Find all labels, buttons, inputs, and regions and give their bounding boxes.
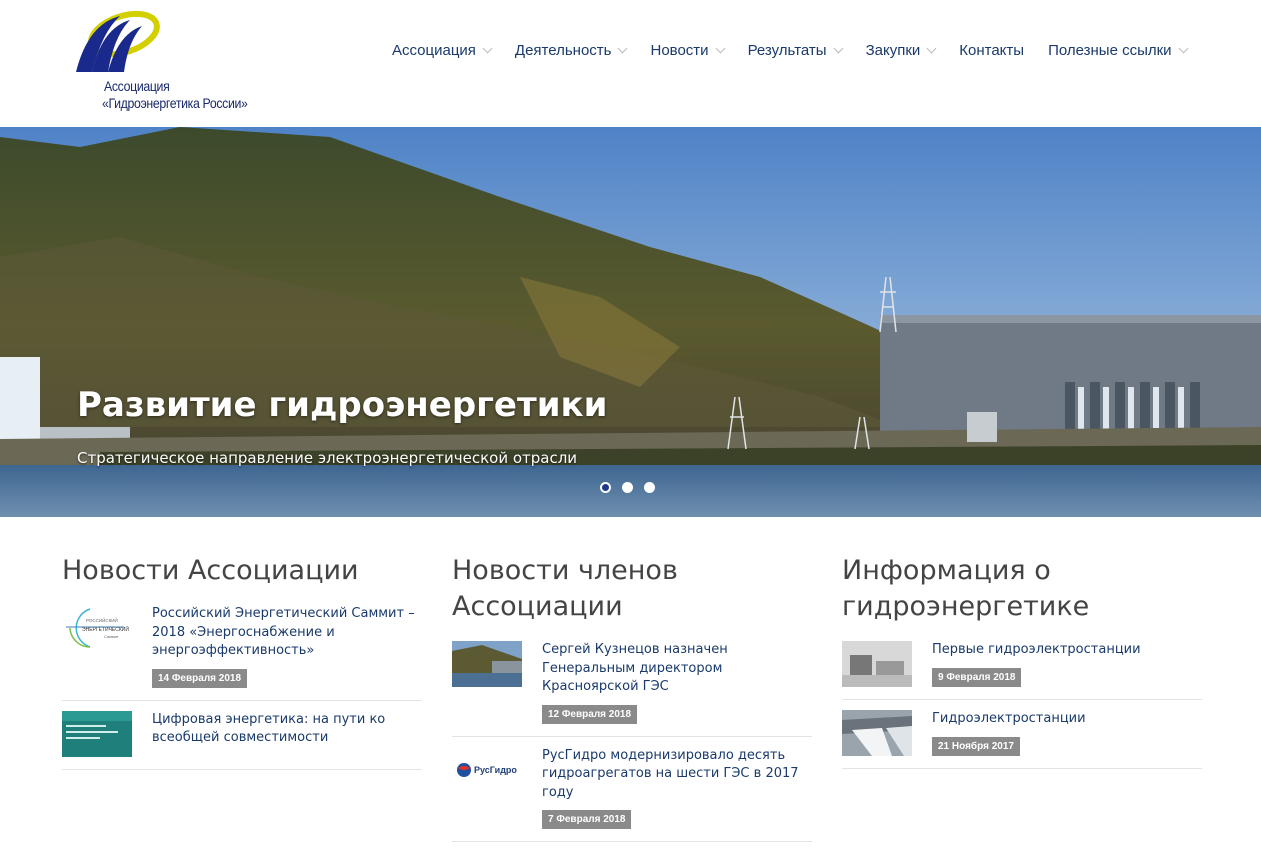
nav-label: Деятельность xyxy=(514,42,612,59)
rushydro-logo-thumb[interactable]: РусГидро xyxy=(452,746,522,793)
chevron-down-icon xyxy=(1178,43,1189,54)
chevron-down-icon xyxy=(618,43,628,54)
rushydro-logo-icon: РусГидро xyxy=(452,746,522,793)
historic-photo-image xyxy=(842,641,912,687)
article-link[interactable]: Первые гидроэлектростанции xyxy=(932,641,1202,660)
hydropower-info-column: Информация о гидроэнергетике Первые гидр… xyxy=(842,553,1202,779)
summit-logo-thumb[interactable]: РОССИЙСКИЙ ЭНЕРГЕТИЧЕСКИЙ Саммит xyxy=(62,605,132,651)
slider-dot-2[interactable] xyxy=(622,482,633,493)
slider-dot-1[interactable] xyxy=(600,482,611,493)
column-title: Новости Ассоциации xyxy=(62,555,359,586)
dam-photo-image xyxy=(452,641,522,687)
nav-label: Полезные ссылки xyxy=(1048,42,1172,59)
summit-logo-icon: РОССИЙСКИЙ ЭНЕРГЕТИЧЕСКИЙ Саммит xyxy=(62,605,132,651)
logo-text-line2: «Гидроэнергетика России» xyxy=(102,95,248,111)
chevron-down-icon xyxy=(715,43,726,54)
nav-label: Результаты xyxy=(747,42,827,59)
list-item: РусГидро РусГидро модернизировало десять… xyxy=(452,746,812,842)
nav-label: Закупки xyxy=(865,42,921,59)
nav-item-activity[interactable]: Деятельность xyxy=(514,42,628,59)
news-link[interactable]: Сергей Кузнецов назначен Генеральным дир… xyxy=(542,641,812,697)
nav-item-procurement[interactable]: Закупки xyxy=(865,42,937,59)
chevron-down-icon xyxy=(926,43,937,54)
column-title: Информация о гидроэнергетике xyxy=(842,555,1090,622)
site-header: Ассоциация «Гидроэнергетика России» Ассо… xyxy=(0,0,1261,127)
dam-photo-thumb[interactable] xyxy=(452,641,522,687)
date-badge: 12 Февраля 2018 xyxy=(542,704,638,724)
member-news-column: Новости членов Ассоциации Сергей Кузнецо… xyxy=(452,553,812,852)
summit-logo-line2: ЭНЕРГЕТИЧЕСКИЙ xyxy=(82,625,129,633)
date-badge: 14 Февраля 2018 xyxy=(152,668,248,688)
historic-photo-thumb[interactable] xyxy=(842,641,912,687)
article-link[interactable]: Гидроэлектростанции xyxy=(932,710,1202,729)
nav-item-contacts[interactable]: Контакты xyxy=(959,42,1024,59)
nav-label: Новости xyxy=(650,42,709,59)
list-item: Гидроэлектростанции 21 Ноября 2017 xyxy=(842,710,1202,769)
nav-label: Ассоциация xyxy=(392,42,476,59)
spillway-photo-thumb[interactable] xyxy=(842,710,912,756)
association-logo[interactable]: Ассоциация «Гидроэнергетика России» xyxy=(64,2,264,111)
news-link[interactable]: Цифровая энергетика: на пути ко всеобщей… xyxy=(152,711,422,748)
main-nav: Ассоциация Деятельность Новости Результа… xyxy=(392,42,1211,59)
nav-item-results[interactable]: Результаты xyxy=(747,42,844,59)
hero-slider[interactable]: Развитие гидроэнергетики Стратегическое … xyxy=(0,127,1261,517)
chevron-down-icon xyxy=(482,43,493,54)
conference-banner-image xyxy=(62,710,132,757)
nav-item-association[interactable]: Ассоциация xyxy=(392,42,493,59)
news-link[interactable]: Российский Энергетический Саммит – 2018 … xyxy=(152,605,422,661)
nav-item-useful-links[interactable]: Полезные ссылки xyxy=(1048,42,1189,59)
conference-banner-thumb[interactable] xyxy=(62,710,132,757)
slider-pagination xyxy=(600,482,666,493)
date-badge: 21 Ноября 2017 xyxy=(932,736,1020,756)
nav-item-news[interactable]: Новости xyxy=(650,42,726,59)
date-badge: 9 Февраля 2018 xyxy=(932,667,1022,687)
list-item: Первые гидроэлектростанции 9 Февраля 201… xyxy=(842,641,1202,700)
hero-subtitle: Стратегическое направление электроэнерге… xyxy=(77,449,578,467)
logo-text-line1: Ассоциация xyxy=(104,78,170,94)
date-badge: 7 Февраля 2018 xyxy=(542,810,632,829)
list-item: РОССИЙСКИЙ ЭНЕРГЕТИЧЕСКИЙ Саммит Российс… xyxy=(62,605,422,701)
slider-dot-3[interactable] xyxy=(644,482,655,493)
hero-title: Развитие гидроэнергетики xyxy=(77,385,608,425)
column-title: Новости членов Ассоциации xyxy=(452,555,678,622)
summit-logo-line3: Саммит xyxy=(104,634,119,639)
logo-emblem-icon xyxy=(76,10,160,72)
chevron-down-icon xyxy=(833,43,844,54)
list-item: Цифровая энергетика: на пути ко всеобщей… xyxy=(62,710,422,770)
rushydro-logo-text: РусГидро xyxy=(474,765,517,775)
summit-logo-line1: РОССИЙСКИЙ xyxy=(86,616,118,623)
association-news-column: Новости Ассоциации РОССИЙСКИЙ ЭНЕРГЕТИЧЕ… xyxy=(62,553,422,780)
spillway-photo-image xyxy=(842,710,912,756)
nav-label: Контакты xyxy=(959,42,1025,59)
list-item: Сергей Кузнецов назначен Генеральным дир… xyxy=(452,641,812,737)
news-link[interactable]: РусГидро модернизировало десять гидроагр… xyxy=(542,747,812,803)
